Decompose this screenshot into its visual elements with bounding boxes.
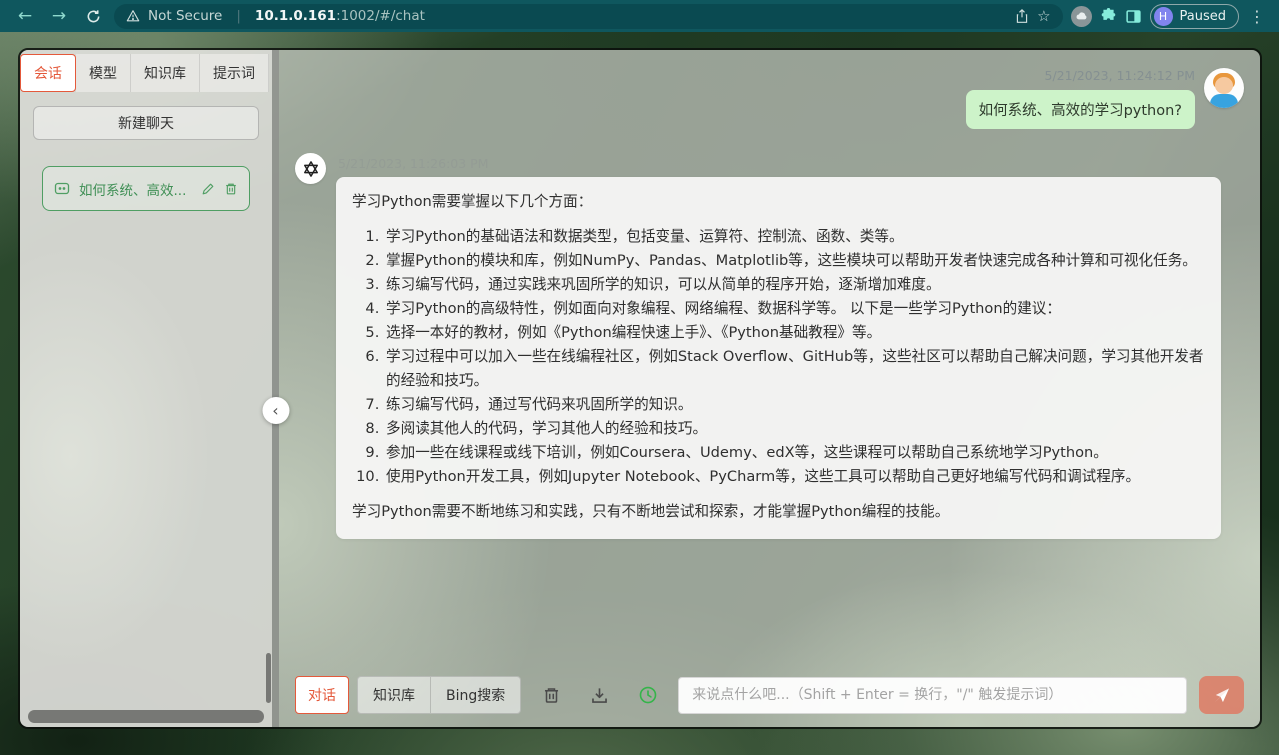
- list-item: 选择一本好的教材，例如《Python编程快速上手》、《Python基础教程》等。: [384, 321, 1205, 345]
- sidebar-horizontal-scrollbar[interactable]: [28, 710, 264, 723]
- back-icon[interactable]: ←: [12, 3, 38, 29]
- url-path: :1002/#/chat: [336, 8, 425, 24]
- mode-chat-button[interactable]: 对话: [295, 676, 349, 714]
- tab-knowledge-base[interactable]: 知识库: [131, 54, 200, 92]
- tab-conversations[interactable]: 会话: [20, 54, 76, 92]
- list-item: 学习过程中可以加入一些在线编程社区，例如Stack Overflow、GitHu…: [384, 345, 1205, 393]
- user-message-row: 5/21/2023, 11:24:12 PM 如何系统、高效的学习python?: [295, 68, 1244, 129]
- delete-conversation-icon[interactable]: [224, 182, 238, 196]
- list-item: 多阅读其他人的代码，学习其他人的经验和技巧。: [384, 417, 1205, 441]
- tab-models[interactable]: 模型: [76, 54, 131, 92]
- assistant-message-row: 5/21/2023, 11:26:03 PM 学习Python需要掌握以下几个方…: [295, 153, 1244, 539]
- list-item: 使用Python开发工具，例如Jupyter Notebook、PyCharm等…: [384, 465, 1205, 489]
- side-panel-icon[interactable]: [1125, 8, 1142, 25]
- sidebar-divider: ‹: [272, 50, 279, 727]
- assistant-list: 学习Python的基础语法和数据类型，包括变量、运算符、控制流、函数、类等。 掌…: [352, 225, 1205, 489]
- user-avatar: [1204, 68, 1244, 108]
- send-button[interactable]: [1199, 676, 1244, 714]
- conversation-title: 如何系统、高效...: [79, 179, 192, 199]
- browser-menu-icon[interactable]: ⋮: [1247, 7, 1267, 26]
- list-item: 参加一些在线课程或线下培训，例如Coursera、Udemy、edX等，这些课程…: [384, 441, 1205, 465]
- refresh-icon[interactable]: [80, 3, 106, 29]
- cloud-extension-icon[interactable]: [1071, 6, 1092, 27]
- address-bar[interactable]: Not Secure | 10.1.0.161:1002/#/chat ☆: [114, 4, 1063, 29]
- url-host: 10.1.0.161: [255, 8, 336, 24]
- chat-main-area: 5/21/2023, 11:24:12 PM 如何系统、高效的学习python?…: [279, 50, 1260, 727]
- profile-status-label: Paused: [1180, 9, 1226, 24]
- user-message-timestamp: 5/21/2023, 11:24:12 PM: [1045, 68, 1195, 83]
- mode-knowledge-base-button[interactable]: 知识库: [358, 677, 430, 713]
- security-label: Not Secure: [148, 8, 222, 24]
- openai-logo-icon: [295, 153, 326, 184]
- extensions-puzzle-icon[interactable]: [1100, 8, 1117, 25]
- composer-toolbar: 对话 知识库 Bing搜索: [279, 663, 1260, 727]
- message-list: 5/21/2023, 11:24:12 PM 如何系统、高效的学习python?…: [279, 50, 1260, 663]
- not-secure-warning-icon[interactable]: [126, 9, 140, 23]
- assistant-message-bubble: 学习Python需要掌握以下几个方面： 学习Python的基础语法和数据类型，包…: [336, 177, 1221, 539]
- list-item: 学习Python的高级特性，例如面向对象编程、网络编程、数据科学等。 以下是一些…: [384, 297, 1205, 321]
- mode-bing-search-button[interactable]: Bing搜索: [430, 677, 520, 713]
- list-item: 练习编写代码，通过写代码来巩固所学的知识。: [384, 393, 1205, 417]
- chat-bubble-icon: [54, 181, 70, 197]
- sidebar-vertical-scrollbar[interactable]: [266, 653, 271, 703]
- list-item: 练习编写代码，通过实践来巩固所学的知识，可以从简单的程序开始，逐渐增加难度。: [384, 273, 1205, 297]
- download-chat-icon[interactable]: [590, 686, 609, 705]
- clear-chat-trash-icon[interactable]: [542, 686, 561, 705]
- list-item: 学习Python的基础语法和数据类型，包括变量、运算符、控制流、函数、类等。: [384, 225, 1205, 249]
- share-icon[interactable]: [1015, 9, 1029, 24]
- browser-toolbar: ← → Not Secure | 10.1.0.161:1002/#/chat …: [0, 0, 1279, 32]
- url-text[interactable]: 10.1.0.161:1002/#/chat: [255, 8, 1007, 24]
- composer-icons: [542, 685, 658, 705]
- mode-group: 知识库 Bing搜索: [357, 676, 521, 714]
- assistant-outro: 学习Python需要不断地练习和实践，只有不断地尝试和探索，才能掌握Python…: [352, 500, 1205, 524]
- conversation-list-item[interactable]: 如何系统、高效...: [42, 166, 250, 211]
- url-separator: |: [236, 8, 241, 24]
- list-item: 掌握Python的模块和库，例如NumPy、Pandas、Matplotlib等…: [384, 249, 1205, 273]
- sidebar: 会话 模型 知识库 提示词 新建聊天 如何系统、高效...: [20, 50, 272, 727]
- edit-conversation-icon[interactable]: [201, 182, 215, 196]
- sidebar-tabs: 会话 模型 知识库 提示词: [20, 54, 272, 92]
- assistant-intro: 学习Python需要掌握以下几个方面：: [352, 190, 1205, 214]
- message-input[interactable]: [678, 677, 1187, 714]
- tab-prompts[interactable]: 提示词: [200, 54, 269, 92]
- bookmark-star-icon[interactable]: ☆: [1037, 7, 1050, 25]
- avatar: H: [1154, 7, 1173, 26]
- assistant-message-timestamp: 5/21/2023, 11:26:03 PM: [338, 156, 1221, 171]
- new-chat-button[interactable]: 新建聊天: [33, 106, 259, 140]
- history-clock-icon[interactable]: [638, 685, 658, 705]
- collapse-sidebar-button[interactable]: ‹: [262, 397, 289, 424]
- user-message-bubble: 如何系统、高效的学习python?: [966, 90, 1195, 129]
- profile-paused-button[interactable]: H Paused: [1150, 4, 1239, 29]
- forward-icon[interactable]: →: [46, 3, 72, 29]
- chat-app-window: 会话 模型 知识库 提示词 新建聊天 如何系统、高效...: [18, 48, 1262, 729]
